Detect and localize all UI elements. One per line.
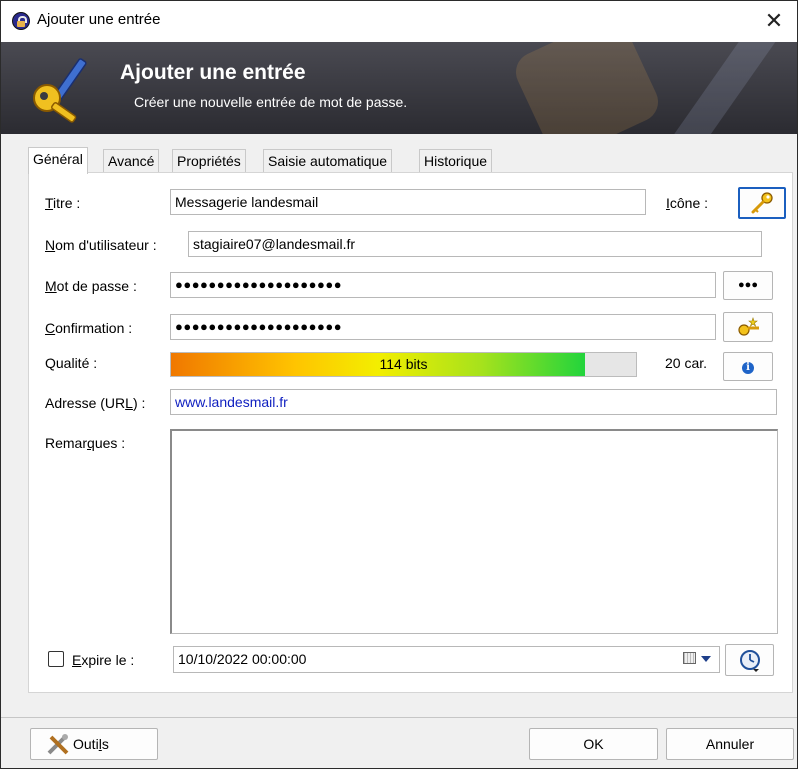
chevron-down-icon[interactable] — [701, 656, 711, 662]
url-label: Adresse (URL) : — [45, 395, 146, 411]
title-label: Titre : — [45, 195, 81, 211]
username-label: Nom d'utilisateur : — [45, 237, 157, 253]
quality-info-button[interactable]: i — [723, 352, 773, 381]
url-field[interactable]: www.landesmail.fr — [170, 389, 777, 415]
quality-bits: 114 bits — [379, 356, 428, 372]
key-icon — [751, 192, 773, 214]
ok-button[interactable]: OK — [529, 728, 658, 760]
banner-title: Ajouter une entrée — [120, 61, 306, 84]
tab-general[interactable]: Général — [28, 147, 88, 174]
password-field[interactable]: ●●●●●●●●●●●●●●●●●●●● — [170, 272, 716, 298]
icon-label: Icône : — [666, 195, 709, 211]
tab-history[interactable]: Historique — [419, 149, 493, 172]
title-bar: Ajouter une entrée ✕ — [1, 1, 797, 42]
calendar-icon[interactable] — [683, 652, 696, 664]
tab-auto-type[interactable]: Saisie automatique — [263, 149, 393, 172]
tab-properties[interactable]: Propriétés — [172, 149, 246, 172]
tools-icon — [47, 734, 69, 755]
tools-label: Outils — [73, 736, 109, 752]
username-field[interactable]: stagiaire07@landesmail.fr — [188, 231, 762, 257]
close-button[interactable]: ✕ — [759, 6, 789, 36]
window-title: Ajouter une entrée — [37, 11, 161, 28]
banner-decoration — [509, 42, 665, 134]
banner-decoration — [666, 42, 778, 134]
add-entry-dialog: Ajouter une entrée ✕ Ajouter une entrée … — [0, 0, 798, 769]
expiry-date-value: 10/10/2022 00:00:00 — [178, 651, 307, 667]
banner-subtitle: Créer une nouvelle entrée de mot de pass… — [134, 94, 408, 110]
title-field[interactable]: Messagerie landesmail — [170, 189, 646, 215]
quality-label: Qualité : — [45, 355, 98, 371]
expiry-presets-button[interactable] — [725, 644, 774, 676]
lock-icon — [12, 12, 30, 30]
char-count: 20 car. — [665, 355, 708, 371]
key-wand-icon — [738, 317, 759, 336]
confirm-field[interactable]: ●●●●●●●●●●●●●●●●●●●● — [170, 314, 716, 340]
quality-meter: 114 bits — [170, 352, 637, 377]
info-icon: i — [742, 362, 754, 374]
expiry-date-picker[interactable]: 10/10/2022 00:00:00 — [173, 646, 720, 673]
notes-field[interactable] — [170, 429, 778, 634]
clock-icon — [739, 650, 760, 672]
password-generator-button[interactable] — [723, 312, 773, 342]
entry-icon-button[interactable] — [738, 187, 786, 219]
show-password-button[interactable]: ●●● — [723, 271, 773, 300]
tools-button[interactable]: Outils — [30, 728, 158, 760]
cancel-button[interactable]: Annuler — [666, 728, 794, 760]
password-label: Mot de passe : — [45, 278, 137, 294]
tab-advanced[interactable]: Avancé — [103, 149, 160, 172]
expires-checkbox[interactable] — [48, 651, 64, 667]
key-pen-icon — [33, 58, 87, 123]
confirm-label: Confirmation : — [45, 320, 133, 336]
expires-label: Expire le : — [72, 652, 135, 668]
notes-label: Remarques : — [45, 435, 126, 451]
header-banner: Ajouter une entrée Créer une nouvelle en… — [1, 42, 797, 134]
